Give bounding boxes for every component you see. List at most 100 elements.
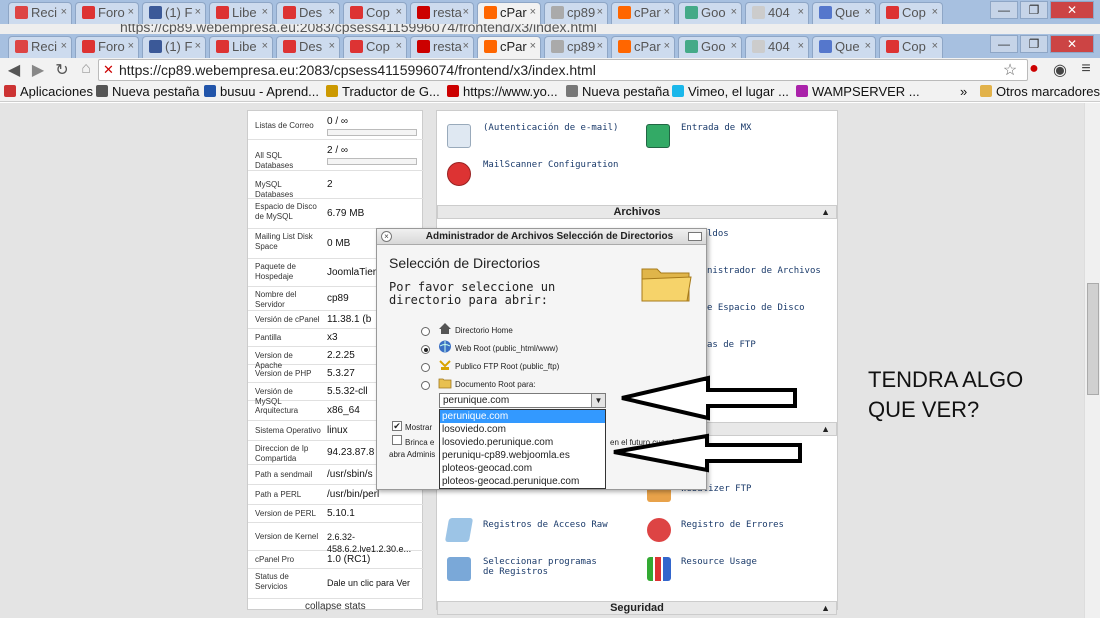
tab-close-icon[interactable]: × xyxy=(61,40,67,52)
radio-ftproot[interactable] xyxy=(421,363,430,372)
browser-tab[interactable]: cPar × xyxy=(611,36,675,58)
tab-close-icon[interactable]: × xyxy=(396,40,402,52)
tab-close-icon[interactable]: × xyxy=(463,6,469,18)
tab-close-icon[interactable]: × xyxy=(329,6,335,18)
browser-tab[interactable]: (1) F × xyxy=(142,36,206,58)
dialog-titlebar[interactable]: Administrador de Archivos Selección de D… xyxy=(377,229,706,245)
raw-access-link[interactable]: Registros de Acceso Raw xyxy=(483,520,608,530)
back-icon[interactable]: ◀ xyxy=(4,60,24,80)
browser-tab[interactable]: Goo × xyxy=(678,36,742,58)
tab-close-icon[interactable]: × xyxy=(195,6,201,18)
browser-tab[interactable]: 404 × xyxy=(745,2,809,24)
browser-tab[interactable]: resta × xyxy=(410,36,474,58)
browser-tab[interactable]: cPar × xyxy=(477,36,541,58)
tab-close-icon[interactable]: × xyxy=(329,40,335,52)
collapse-stats-link[interactable]: collapse stats xyxy=(305,601,366,612)
reload-icon[interactable]: ↻ xyxy=(52,60,72,80)
email-auth-link[interactable]: (Autenticación de e-mail) xyxy=(483,123,618,133)
disk-usage-link[interactable]: e Espacio de Disco xyxy=(707,303,805,313)
collapse-arrow-icon[interactable]: ▲ xyxy=(821,423,830,436)
browser-tab[interactable]: Reci × xyxy=(8,2,72,24)
browser-tab[interactable]: Cop × xyxy=(343,36,407,58)
menu-icon[interactable]: ≡ xyxy=(1076,60,1096,78)
browser-tab[interactable]: cp89 × xyxy=(544,36,608,58)
restore-icon[interactable]: ❐ xyxy=(1020,35,1048,53)
tab-close-icon[interactable]: × xyxy=(61,6,67,18)
tab-close-icon[interactable]: × xyxy=(664,6,670,18)
tab-close-icon[interactable]: × xyxy=(664,40,670,52)
close-icon[interactable]: × xyxy=(381,231,392,242)
tab-close-icon[interactable]: × xyxy=(865,40,871,52)
mailscanner-link[interactable]: MailScanner Configuration xyxy=(483,160,618,170)
extension-icon[interactable]: ◉ xyxy=(1050,60,1070,80)
tab-close-icon[interactable]: × xyxy=(463,40,469,52)
tab-close-icon[interactable]: × xyxy=(530,40,536,52)
browser-tab[interactable]: Reci × xyxy=(8,36,72,58)
other-bookmarks[interactable]: Otros marcadores xyxy=(980,84,1100,99)
browser-tab[interactable]: Foro × xyxy=(75,2,139,24)
bandwidth-link[interactable]: a Ancha xyxy=(707,446,745,456)
tab-close-icon[interactable]: × xyxy=(932,40,938,52)
error-log-link[interactable]: Registro de Errores xyxy=(681,520,784,530)
bookmark-item[interactable]: Nueva pestaña xyxy=(566,84,669,99)
bookmark-item[interactable]: Vimeo, el lugar ... xyxy=(672,84,789,99)
minimize-icon[interactable]: — xyxy=(990,35,1018,53)
bookmark-item[interactable]: busuu - Aprend... xyxy=(204,84,319,99)
bookmark-item[interactable]: Nueva pestaña xyxy=(96,84,199,99)
browser-tab[interactable]: Des × xyxy=(276,2,340,24)
browser-tab[interactable]: (1) F × xyxy=(142,2,206,24)
ftp-accounts-link[interactable]: as de FTP xyxy=(707,340,756,350)
close-window-icon[interactable]: ✕ xyxy=(1050,1,1094,19)
mx-entry-link[interactable]: Entrada de MX xyxy=(681,123,751,133)
skip-dialog-checkbox[interactable] xyxy=(392,435,402,445)
tab-close-icon[interactable]: × xyxy=(865,6,871,18)
dropdown-option[interactable]: ploteos-geocad.com xyxy=(440,462,605,475)
resource-usage-link[interactable]: Resource Usage xyxy=(681,557,757,567)
browser-tab[interactable]: Cop × xyxy=(343,2,407,24)
radio-docroot[interactable] xyxy=(421,381,430,390)
tab-close-icon[interactable]: × xyxy=(798,40,804,52)
browser-tab[interactable]: Goo × xyxy=(678,2,742,24)
tab-close-icon[interactable]: × xyxy=(731,6,737,18)
tab-close-icon[interactable]: × xyxy=(798,6,804,18)
browser-tab[interactable]: Libe × xyxy=(209,2,273,24)
file-manager-link[interactable]: nistrador de Archivos xyxy=(707,266,821,276)
browser-tab[interactable]: resta × xyxy=(410,2,474,24)
bookmarks-overflow-icon[interactable]: » xyxy=(960,84,967,99)
tab-close-icon[interactable]: × xyxy=(195,40,201,52)
close-window-icon[interactable]: ✕ xyxy=(1050,35,1094,53)
tab-close-icon[interactable]: × xyxy=(530,6,536,18)
radio-webroot[interactable] xyxy=(421,345,430,354)
address-bar[interactable]: ✕ https://cp89.webempresa.eu:2083/cpsess… xyxy=(98,59,1028,81)
restore-icon[interactable]: ❐ xyxy=(1020,1,1048,19)
browser-tab[interactable]: 404 × xyxy=(745,36,809,58)
dropdown-option[interactable]: perunique.com xyxy=(440,410,605,423)
browser-tab[interactable]: cPar × xyxy=(611,2,675,24)
bookmark-star-icon[interactable]: ☆ xyxy=(1000,60,1020,80)
docroot-dropdown-list[interactable]: perunique.com losoviedo.com losoviedo.peru… xyxy=(439,409,606,489)
dropdown-option[interactable]: losoviedo.com xyxy=(440,423,605,436)
browser-tab[interactable]: Que × xyxy=(812,2,876,24)
log-programs-link[interactable]: Seleccionar programas de Registros xyxy=(483,557,613,577)
page-scrollbar[interactable] xyxy=(1084,103,1100,618)
collapse-arrow-icon[interactable]: ▲ xyxy=(821,602,830,615)
browser-tab[interactable]: Des × xyxy=(276,36,340,58)
browser-tab[interactable]: Que × xyxy=(812,36,876,58)
docroot-select[interactable]: perunique.com ▼ xyxy=(439,393,606,408)
radio-home[interactable] xyxy=(421,327,430,336)
tab-close-icon[interactable]: × xyxy=(396,6,402,18)
show-hidden-checkbox[interactable]: ✔ xyxy=(392,421,402,431)
stats-value[interactable]: Dale un clic para Ver xyxy=(327,578,410,588)
browser-tab[interactable]: Cop × xyxy=(879,2,943,24)
home-icon[interactable]: ⌂ xyxy=(76,60,96,78)
browser-tab[interactable]: Foro × xyxy=(75,36,139,58)
tab-close-icon[interactable]: × xyxy=(731,40,737,52)
minimize-icon[interactable]: — xyxy=(990,1,1018,19)
bookmark-item[interactable]: https://www.yo... xyxy=(447,84,558,99)
tab-close-icon[interactable]: × xyxy=(262,6,268,18)
tab-close-icon[interactable]: × xyxy=(262,40,268,52)
maximize-icon[interactable] xyxy=(688,232,702,241)
pinterest-icon[interactable]: ● xyxy=(1024,60,1044,78)
bookmark-item[interactable]: Traductor de G... xyxy=(326,84,440,99)
tab-close-icon[interactable]: × xyxy=(932,6,938,18)
